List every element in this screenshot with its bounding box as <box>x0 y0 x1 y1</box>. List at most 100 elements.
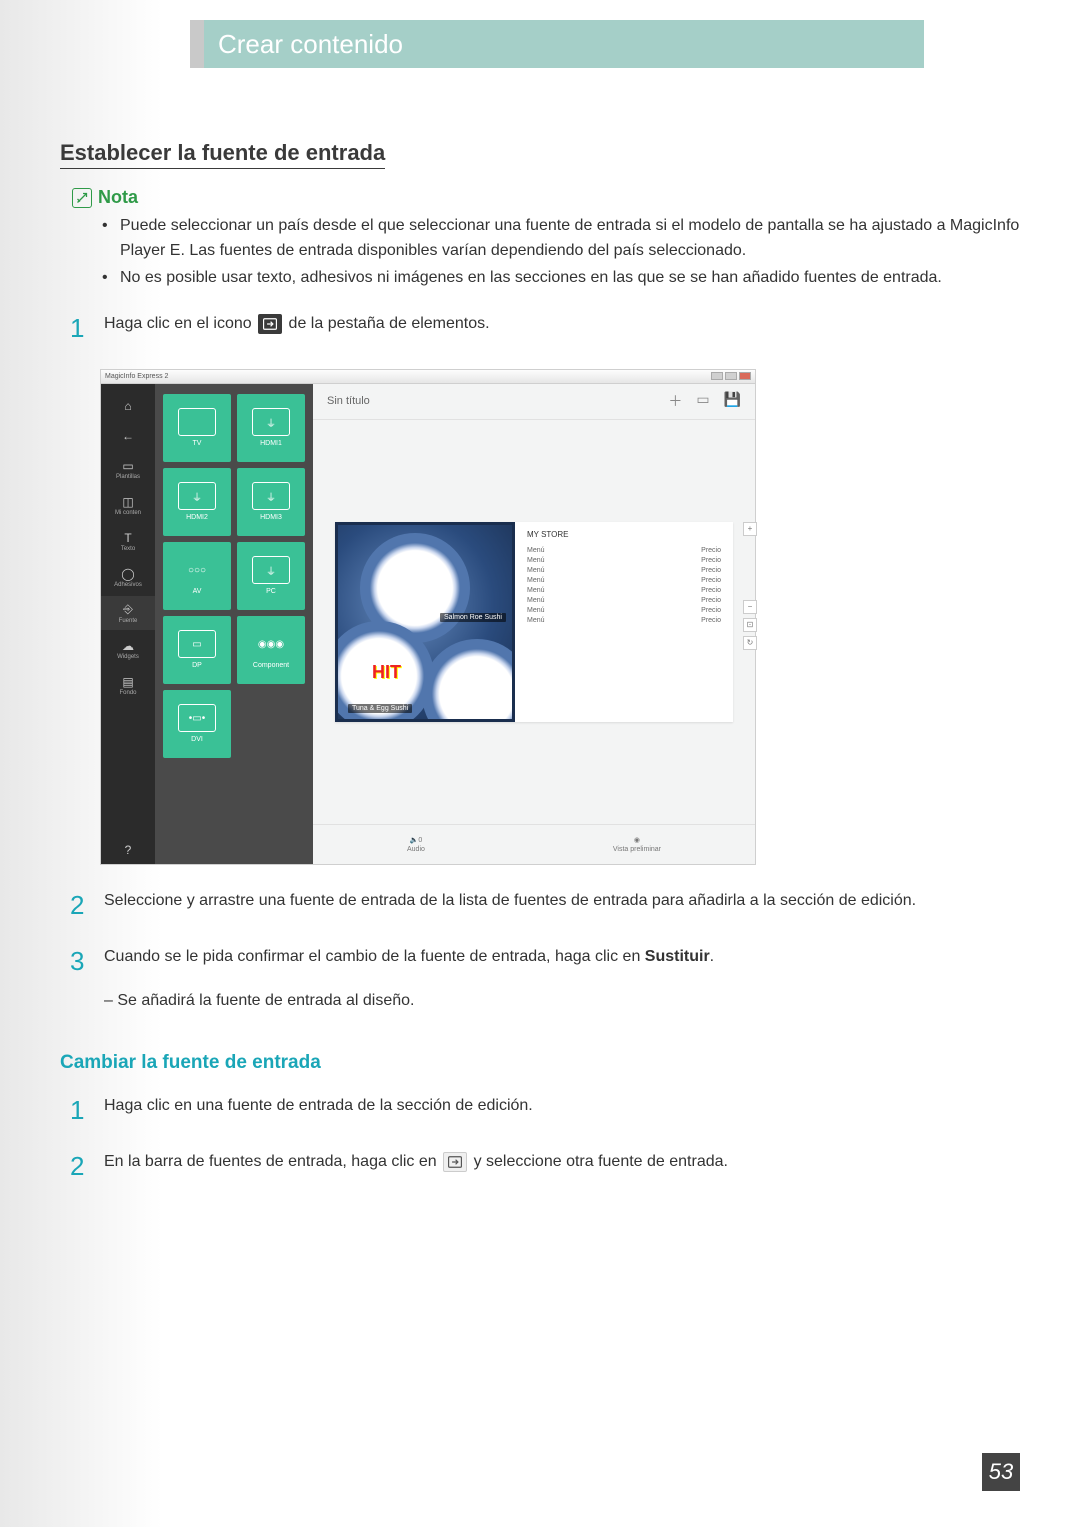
menu-col2: Precio <box>701 597 721 604</box>
ctl-plus-icon[interactable]: + <box>743 522 757 536</box>
win-max-icon[interactable] <box>725 372 737 380</box>
ctl-minus-icon[interactable]: − <box>743 600 757 614</box>
chapter-banner: Crear contenido <box>204 20 924 68</box>
pal-label: HDMI3 <box>260 514 282 521</box>
rail-home[interactable]: ⌂ <box>101 392 155 420</box>
rail-label: Plantillas <box>116 474 140 480</box>
pal-label: DP <box>192 662 202 669</box>
ctl-fit-icon[interactable]: ⊡ <box>743 618 757 632</box>
palette-av[interactable]: ○○○AV <box>163 542 231 610</box>
component-icon: ◉◉◉ <box>252 630 290 658</box>
audio-control[interactable]: 🔈0 Audio <box>407 836 425 853</box>
top-divider <box>190 20 204 68</box>
menu-col1: Menú <box>527 587 545 594</box>
menu-row: MenúPrecio <box>527 547 721 554</box>
layout-side-controls: + − ⊡ ↻ <box>743 522 757 650</box>
menu-col1: Menú <box>527 597 545 604</box>
home-icon: ⌂ <box>119 398 137 414</box>
rail-widgets[interactable]: ☁Widgets <box>101 632 155 666</box>
step-text: Seleccione y arrastre una fuente de entr… <box>104 885 1020 914</box>
menu-row: Menú Precio <box>527 587 721 594</box>
input-source-icon <box>443 1152 467 1172</box>
canvas-area: Sin título ＋ ▭ 💾 Salmon Roe Sushi <box>313 384 755 864</box>
rail-text[interactable]: TTexto <box>101 524 155 558</box>
palette-hdmi2[interactable]: ⏚HDMI2 <box>163 468 231 536</box>
bullet-dot: • <box>102 266 120 291</box>
rail-background[interactable]: ▤Fondo <box>101 668 155 702</box>
step-number: 2 <box>70 1146 104 1186</box>
page-icon[interactable]: ▭ <box>696 391 709 411</box>
step-text: Cuando se le pida confirmar el cambio de… <box>104 941 1020 970</box>
window-title: MagicInfo Express 2 <box>105 373 168 380</box>
pal-label: PC <box>266 588 276 595</box>
step-number: 3 <box>70 941 104 981</box>
stickers-icon: ◯ <box>119 566 137 582</box>
note-label: Nota <box>98 187 138 208</box>
sushi-label-1: Salmon Roe Sushi <box>440 613 506 622</box>
pal-label: DVI <box>191 736 203 743</box>
rail-help[interactable]: ? <box>101 836 155 864</box>
left-rail: ⌂ ← ▭Plantillas ◫Mi conten TTexto ◯Adhes… <box>101 384 155 864</box>
plate-graphic <box>422 639 515 722</box>
note-bullet: • Puede seleccionar un país desde el que… <box>102 214 1020 264</box>
win-close-icon[interactable] <box>739 372 751 380</box>
palette-dp[interactable]: ▭ DP <box>163 616 231 684</box>
layout-card[interactable]: Salmon Roe Sushi Tuna & Egg Sushi HIT MY… <box>335 522 733 722</box>
rail-label: Fuente <box>119 618 138 624</box>
step-number: 1 <box>70 1090 104 1130</box>
layout-image-panel: Salmon Roe Sushi Tuna & Egg Sushi HIT <box>335 522 515 722</box>
rail-source[interactable]: ⎆Fuente <box>101 596 155 630</box>
subsection-heading: Cambiar la fuente de entrada <box>60 1052 1020 1074</box>
step-text: Haga clic en el icono de la pestaña de e… <box>104 308 1020 337</box>
menu-col1: Menú <box>527 547 545 554</box>
add-icon[interactable]: ＋ <box>668 391 682 411</box>
sushi-label-2: Tuna & Egg Sushi <box>348 704 412 713</box>
pal-label: Component <box>253 662 289 669</box>
palette-hdmi1[interactable]: ⏚ HDMI1 <box>237 394 305 462</box>
hdmi-icon: ⏚ <box>252 408 290 436</box>
step-text-fragment: y seleccione otra fuente de entrada. <box>474 1153 728 1170</box>
menu-col2: Precio <box>701 587 721 594</box>
rail-templates[interactable]: ▭Plantillas <box>101 452 155 486</box>
ctl-rotate-icon[interactable]: ↻ <box>743 636 757 650</box>
note-text: Puede seleccionar un país desde el que s… <box>120 214 1020 264</box>
step-2: 2 Seleccione y arrastre una fuente de en… <box>70 885 1020 925</box>
palette-component[interactable]: ◉◉◉ Component <box>237 616 305 684</box>
palette-dvi[interactable]: •▭•DVI <box>163 690 231 758</box>
rail-stickers[interactable]: ◯Adhesivos <box>101 560 155 594</box>
menu-row: Menú Precio <box>527 597 721 604</box>
background-icon: ▤ <box>119 674 137 690</box>
audio-count: 0 <box>418 837 422 844</box>
pc-icon: ⏚ <box>252 556 290 584</box>
note-block: Nota • Puede seleccionar un país desde e… <box>72 187 1020 290</box>
menu-col2: Precio <box>701 577 721 584</box>
canvas-top-actions: ＋ ▭ 💾 <box>668 391 741 411</box>
preview-control[interactable]: ◉ Vista preliminar <box>613 836 661 853</box>
save-icon[interactable]: 💾 <box>724 391 741 411</box>
palette-hdmi3[interactable]: ⏚HDMI3 <box>237 468 305 536</box>
note-text: No es posible usar texto, adhesivos ni i… <box>120 266 942 291</box>
input-source-icon <box>258 314 282 334</box>
palette-tv[interactable]: TV <box>163 394 231 462</box>
pal-label: HDMI1 <box>260 440 282 447</box>
source-icon: ⎆ <box>119 602 137 618</box>
source-palette: TV ⏚HDMI1 ⏚HDMI2 ⏚HDMI3 ○○○AV ⏚PC ▭DP ◉◉… <box>155 384 313 864</box>
step-1: 1 Haga clic en el icono de la pestaña de… <box>70 308 1020 348</box>
rail-back[interactable]: ← <box>101 422 155 450</box>
back-icon: ← <box>119 428 137 444</box>
sub-step-2: 2 En la barra de fuentes de entrada, hag… <box>70 1146 1020 1186</box>
widgets-icon: ☁ <box>119 638 137 654</box>
menu-row: MenúPrecio <box>527 567 721 574</box>
page-content: Establecer la fuente de entrada Nota • P… <box>60 120 1020 1195</box>
audio-label: Audio <box>407 846 425 853</box>
hdmi-icon: ⏚ <box>178 482 216 510</box>
bullet-dot: • <box>102 214 120 264</box>
note-icon <box>72 188 92 208</box>
canvas-stage[interactable]: Salmon Roe Sushi Tuna & Egg Sushi HIT MY… <box>313 420 755 824</box>
dp-icon: ▭ <box>178 630 216 658</box>
hit-badge: HIT <box>372 662 401 683</box>
win-min-icon[interactable] <box>711 372 723 380</box>
rail-mycontent[interactable]: ◫Mi conten <box>101 488 155 522</box>
app-screenshot: MagicInfo Express 2 ⌂ ← ▭Plantillas ◫Mi … <box>100 369 756 865</box>
palette-pc[interactable]: ⏚ PC <box>237 542 305 610</box>
